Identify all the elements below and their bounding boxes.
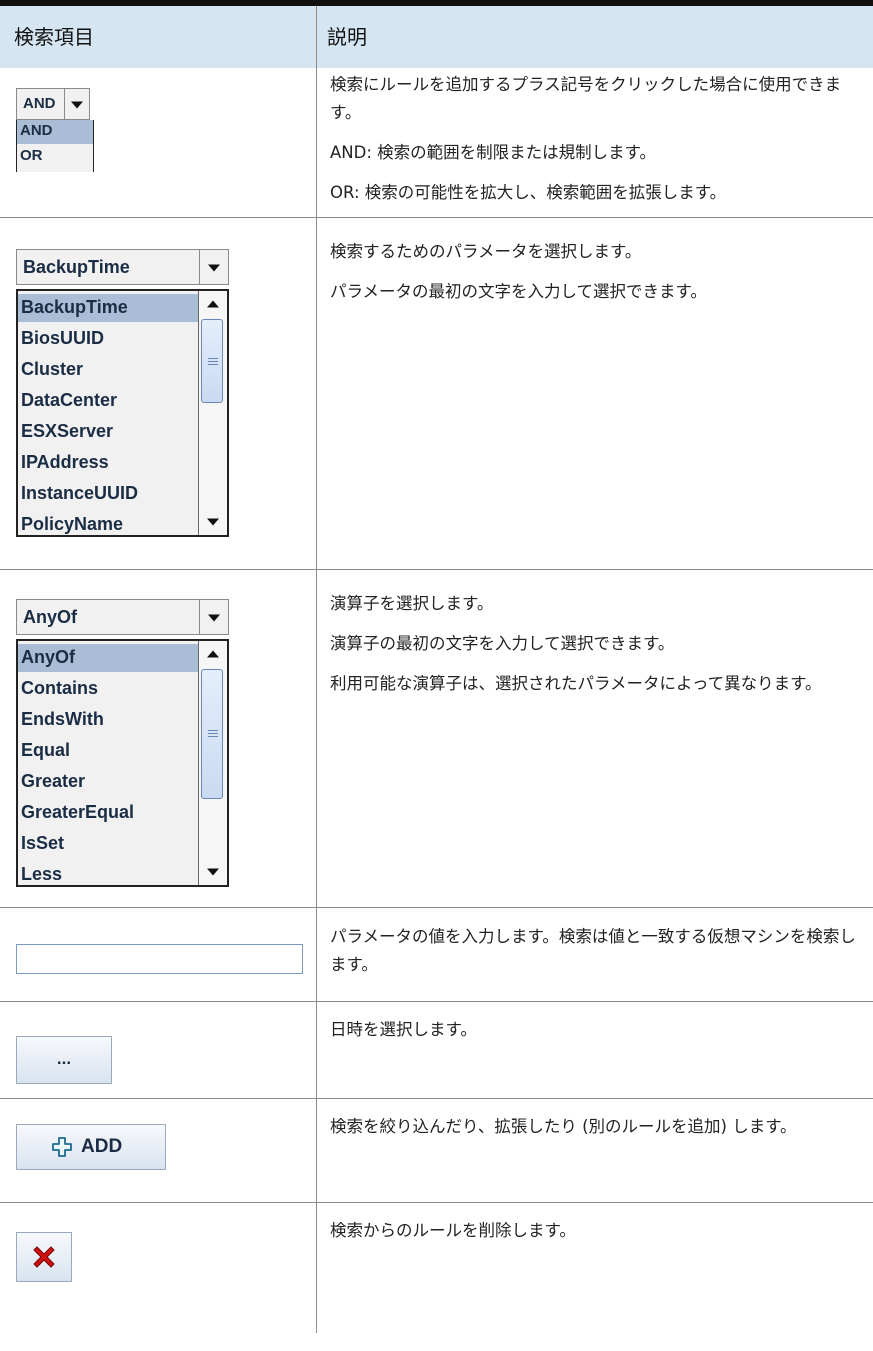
list-item[interactable]: OR [20,147,43,164]
scrollbar[interactable] [198,641,227,885]
description-text: 検索するためのパラメータを選択します。 [330,242,642,261]
plus-icon [51,1136,73,1158]
remove-rule-button[interactable] [16,1232,72,1282]
list-item[interactable]: AnyOf [21,647,75,668]
header-search-item: 検索項目 [14,25,94,49]
and-or-combo[interactable]: AND [16,88,90,120]
column-divider [316,6,317,1333]
description-operator: 演算子を選択します。 演算子の最初の文字を入力して選択できます。 利用可能な演算… [330,590,860,710]
scroll-down-arrow-icon[interactable] [199,857,227,885]
description-add: 検索を絞り込んだり、拡張したり (別のルールを追加) します。 [330,1113,860,1153]
parameter-list: BackupTime BiosUUID Cluster DataCenter E… [16,289,229,537]
description-and-or: 検索にルールを追加するプラス記号をクリックした場合に使用できます。 AND: 検… [330,71,860,219]
description-datetime: 日時を選択します。 [330,1016,860,1056]
description-parameter: 検索するためのパラメータを選択します。 パラメータの最初の文字を入力して選択でき… [330,238,860,318]
description-text: AND: 検索の範囲を制限または規制します。 [330,143,656,162]
row-divider [0,907,873,908]
list-item[interactable]: Cluster [21,359,83,380]
description-text: 演算子の最初の文字を入力して選択できます。 [330,634,675,653]
description-text: パラメータの最初の文字を入力して選択できます。 [330,282,707,301]
description-text: パラメータの値を入力します。検索は値と一致する仮想マシンを検索します。 [330,927,856,974]
chevron-down-icon[interactable] [64,89,89,119]
datetime-picker-button[interactable]: ... [16,1036,112,1084]
description-text: OR: 検索の可能性を拡大し、検索範囲を拡張します。 [330,183,727,202]
row-divider [0,1098,873,1099]
header-description: 説明 [327,25,367,49]
list-item[interactable]: PolicyName [21,514,123,535]
parameter-combo-value: BackupTime [23,257,130,277]
add-rule-button[interactable]: ADD [16,1124,166,1170]
parameter-combo[interactable]: BackupTime [16,249,229,285]
description-value: パラメータの値を入力します。検索は値と一致する仮想マシンを検索します。 [330,923,860,991]
datetime-button-label: ... [56,1049,72,1068]
table-header [0,6,873,68]
list-item[interactable]: Equal [21,740,70,761]
list-item[interactable]: Contains [21,678,98,699]
description-text: 検索を絞り込んだり、拡張したり (別のルールを追加) します。 [330,1117,797,1136]
list-item[interactable]: InstanceUUID [21,483,138,504]
chevron-down-icon[interactable] [199,250,228,284]
list-item[interactable]: AND [20,122,53,139]
list-item[interactable]: Less [21,864,62,885]
description-text: 利用可能な演算子は、選択されたパラメータによって異なります。 [330,674,822,693]
list-item[interactable]: IsSet [21,833,64,854]
operator-list: AnyOf Contains EndsWith Equal Greater Gr… [16,639,229,887]
and-or-list: AND OR [16,120,94,172]
row-divider [0,1001,873,1002]
scroll-up-arrow-icon[interactable] [199,291,227,319]
description-text: 演算子を選択します。 [330,594,494,613]
description-text: 検索にルールを追加するプラス記号をクリックした場合に使用できます。 [330,75,842,122]
parameter-value-input[interactable] [16,944,303,974]
row-divider [0,1202,873,1203]
page: 検索項目 説明 AND AND OR 検索にルールを追加するプラス記号をクリック… [0,0,873,1351]
list-item[interactable]: BiosUUID [21,328,104,349]
add-button-label: ADD [81,1136,123,1157]
description-text: 日時を選択します。 [330,1020,477,1039]
red-x-icon [29,1243,59,1273]
description-remove: 検索からのルールを削除します。 [330,1217,860,1257]
list-item[interactable]: Greater [21,771,85,792]
scrollbar[interactable] [198,291,227,535]
scroll-up-arrow-icon[interactable] [199,641,227,669]
description-text: 検索からのルールを削除します。 [330,1221,576,1240]
row-divider [0,569,873,570]
scrollbar-thumb[interactable] [201,669,223,799]
and-or-combo-value: AND [23,95,56,112]
chevron-down-icon[interactable] [199,600,228,634]
list-item[interactable]: DataCenter [21,390,117,411]
list-item[interactable]: EndsWith [21,709,104,730]
operator-combo[interactable]: AnyOf [16,599,229,635]
list-item[interactable]: IPAddress [21,452,109,473]
list-item[interactable]: GreaterEqual [21,802,134,823]
list-item[interactable]: ESXServer [21,421,113,442]
scrollbar-thumb[interactable] [201,319,223,403]
scroll-down-arrow-icon[interactable] [199,507,227,535]
list-item[interactable]: BackupTime [21,297,128,318]
operator-combo-value: AnyOf [23,607,77,627]
